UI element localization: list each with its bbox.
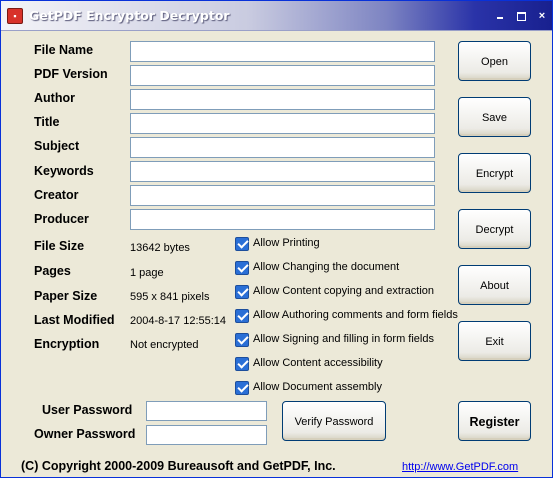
allow-printing-checkbox[interactable]: [235, 237, 249, 251]
website-link[interactable]: http://www.GetPDF.com: [402, 461, 518, 473]
allow-copying-label: Allow Content copying and extraction: [253, 285, 434, 297]
decrypt-button[interactable]: Decrypt: [458, 209, 531, 249]
allow-copying-checkbox[interactable]: [235, 285, 249, 299]
subject-field[interactable]: [130, 137, 435, 158]
pdf-version-label: PDF Version: [34, 67, 108, 81]
file-size-value: 13642 bytes: [130, 242, 190, 254]
producer-field[interactable]: [130, 209, 435, 230]
pages-label: Pages: [34, 264, 71, 278]
allow-assembly-label: Allow Document assembly: [253, 381, 382, 393]
pdf-icon: ▪: [7, 8, 23, 24]
producer-label: Producer: [34, 212, 89, 226]
window-title: GetPDF Encryptor Decryptor: [29, 8, 230, 23]
creator-field[interactable]: [130, 185, 435, 206]
save-button[interactable]: Save: [458, 97, 531, 137]
encryption-value: Not encrypted: [130, 339, 199, 351]
file-size-label: File Size: [34, 239, 85, 253]
paper-size-value: 595 x 841 pixels: [130, 291, 210, 303]
allow-accessibility-checkbox[interactable]: [235, 357, 249, 371]
encrypt-button[interactable]: Encrypt: [458, 153, 531, 193]
allow-accessibility-label: Allow Content accessibility: [253, 357, 383, 369]
owner-password-label: Owner Password: [34, 427, 136, 441]
last-modified-label: Last Modified: [34, 313, 115, 327]
allow-printing-label: Allow Printing: [253, 237, 320, 249]
close-button[interactable]: ×: [535, 9, 549, 23]
author-field[interactable]: [130, 89, 435, 110]
maximize-button[interactable]: [514, 9, 528, 23]
pages-value: 1 page: [130, 267, 164, 279]
allow-authoring-label: Allow Authoring comments and form fields: [253, 309, 458, 321]
title-bar[interactable]: ▪ GetPDF Encryptor Decryptor ×: [1, 1, 552, 31]
last-modified-value: 2004-8-17 12:55:14: [130, 315, 227, 327]
creator-label: Creator: [34, 188, 79, 202]
allow-changing-checkbox[interactable]: [235, 261, 249, 275]
keywords-field[interactable]: [130, 161, 435, 182]
title-label: Title: [34, 115, 60, 129]
main-window: ▪ GetPDF Encryptor Decryptor × File Name…: [0, 0, 553, 478]
allow-authoring-checkbox[interactable]: [235, 309, 249, 323]
minimize-button[interactable]: [493, 9, 507, 23]
verify-password-button[interactable]: Verify Password: [282, 401, 386, 441]
user-password-label: User Password: [42, 403, 133, 417]
allow-assembly-checkbox[interactable]: [235, 381, 249, 395]
title-field[interactable]: [130, 113, 435, 134]
author-label: Author: [34, 91, 75, 105]
user-password-field[interactable]: [146, 401, 267, 421]
pdf-version-field[interactable]: [130, 65, 435, 86]
allow-changing-label: Allow Changing the document: [253, 261, 400, 273]
paper-size-label: Paper Size: [34, 289, 98, 303]
open-button[interactable]: Open: [458, 41, 531, 81]
allow-signing-label: Allow Signing and filling in form fields: [253, 333, 434, 345]
subject-label: Subject: [34, 139, 80, 153]
about-button[interactable]: About: [458, 265, 531, 305]
copyright-text: (C) Copyright 2000-2009 Bureausoft and G…: [21, 459, 336, 473]
allow-signing-checkbox[interactable]: [235, 333, 249, 347]
exit-button[interactable]: Exit: [458, 321, 531, 361]
file-name-field[interactable]: [130, 41, 435, 62]
owner-password-field[interactable]: [146, 425, 267, 445]
file-name-label: File Name: [34, 43, 94, 57]
register-button[interactable]: Register: [458, 401, 531, 441]
keywords-label: Keywords: [34, 164, 94, 178]
encryption-label: Encryption: [34, 337, 100, 351]
